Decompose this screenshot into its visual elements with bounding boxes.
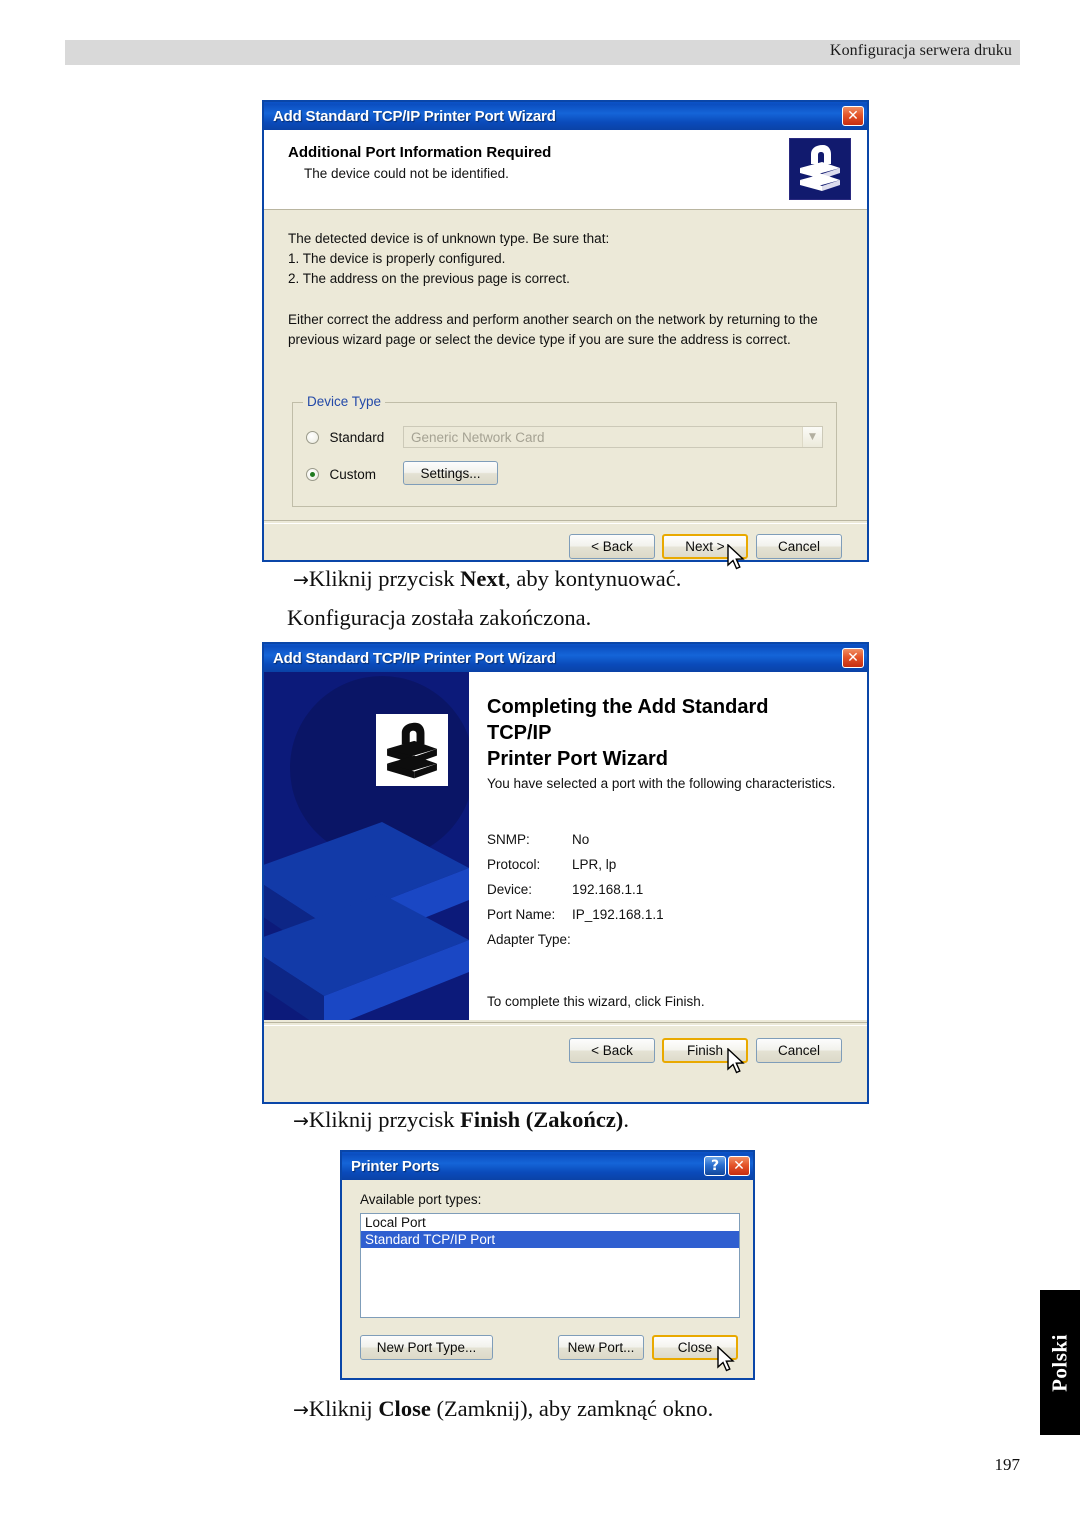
dialog2-title: Add Standard TCP/IP Printer Port Wizard xyxy=(273,649,556,667)
dialog2-footer-note: To complete this wizard, click Finish. xyxy=(487,994,705,1009)
caption-finish-bold: Finish (Zakończ) xyxy=(460,1107,624,1132)
dialog3-body: Available port types: Local Port Standar… xyxy=(342,1180,753,1378)
dialog1-header-area: Additional Port Information Required The… xyxy=(264,130,867,210)
back-button[interactable]: < Back xyxy=(569,1038,655,1063)
new-port-button[interactable]: New Port... xyxy=(558,1335,644,1360)
help-icon[interactable]: ? xyxy=(704,1156,726,1176)
page-header-title: Konfiguracja serwera druku xyxy=(829,42,1012,59)
caption-next-bold: Next xyxy=(460,566,506,591)
close-icon[interactable]: ✕ xyxy=(842,648,864,668)
list-item[interactable]: Standard TCP/IP Port xyxy=(361,1231,739,1248)
page-number: 197 xyxy=(994,1455,1021,1474)
caption-next-part-c: , aby kontynuować. xyxy=(505,566,682,591)
caption-finish-part-c: . xyxy=(623,1107,629,1132)
arrow-glyph-2: → xyxy=(293,1110,309,1132)
dialog1-paragraph2-line2: previous wizard page or select the devic… xyxy=(288,332,791,347)
radio-standard[interactable]: Standard xyxy=(306,429,384,447)
dialog2-footer-divider xyxy=(264,1022,867,1026)
caption-close-part-a: Kliknij xyxy=(308,1396,379,1421)
property-key: Device: xyxy=(487,882,533,897)
dialog1-heading: Additional Port Information Required xyxy=(288,144,552,161)
dialog1-body: The detected device is of unknown type. … xyxy=(264,210,867,570)
caption-close-part-c: (Zamknij), aby zamknąć okno. xyxy=(430,1396,714,1421)
page-header-bar: Konfiguracja serwera druku xyxy=(65,40,1020,65)
cancel-button[interactable]: Cancel xyxy=(756,1038,842,1063)
property-value: LPR, lp xyxy=(572,857,617,872)
caption-finish-part-a: Kliknij przycisk xyxy=(308,1107,461,1132)
dialog1-paragraph1-line3: 2. The address on the previous page is c… xyxy=(288,271,570,286)
close-icon[interactable]: ✕ xyxy=(842,106,864,126)
language-side-tab-label: Polski xyxy=(1047,1333,1072,1392)
dialog1-paragraph1-line1: The detected device is of unknown type. … xyxy=(288,231,610,246)
caption-next: →Kliknij przycisk Next, aby kontynuować. xyxy=(293,566,681,592)
dialog2-heading: Completing the Add Standard TCP/IP Print… xyxy=(487,694,827,772)
dialog1-subheading: The device could not be identified. xyxy=(304,166,509,181)
dialog2-heading-line2: Printer Port Wizard xyxy=(487,748,668,770)
completing-wizard-window: Add Standard TCP/IP Printer Port Wizard … xyxy=(262,642,869,1104)
dialog1-footer-divider xyxy=(264,520,867,524)
dialog2-heading-line1: Completing the Add Standard TCP/IP xyxy=(487,696,769,744)
printer-icon xyxy=(789,138,851,200)
list-item[interactable]: Local Port xyxy=(361,1214,739,1231)
close-button[interactable]: Close xyxy=(652,1335,738,1360)
caption-close: →Kliknij Close (Zamknij), aby zamknąć ok… xyxy=(293,1396,713,1422)
dialog3-title: Printer Ports xyxy=(351,1157,440,1175)
wizard-content-panel: Completing the Add Standard TCP/IP Print… xyxy=(469,672,867,1020)
add-standard-tcpip-printer-port-wizard-window: Add Standard TCP/IP Printer Port Wizard … xyxy=(262,100,869,570)
arrow-glyph-3: → xyxy=(293,1399,309,1421)
property-key: Protocol: xyxy=(487,857,541,872)
language-side-tab: Polski xyxy=(1040,1290,1080,1435)
caption-configuration-complete: Konfiguracja została zakończona. xyxy=(287,605,592,630)
available-port-types-listbox[interactable]: Local Port Standard TCP/IP Port xyxy=(360,1213,740,1318)
device-type-groupbox: Device Type Standard Generic Network Car… xyxy=(292,394,837,507)
property-value: No xyxy=(572,832,590,847)
property-value: 192.168.1.1 xyxy=(572,882,644,897)
finish-button[interactable]: Finish xyxy=(662,1038,748,1063)
close-icon[interactable]: ✕ xyxy=(728,1156,750,1176)
cancel-button[interactable]: Cancel xyxy=(756,534,842,559)
standard-device-type-value: Generic Network Card xyxy=(411,429,545,445)
dialog1-title: Add Standard TCP/IP Printer Port Wizard xyxy=(273,107,556,125)
printer-icon xyxy=(376,714,448,786)
dialog3-titlebar[interactable]: Printer Ports ? ✕ xyxy=(342,1152,753,1180)
dialog1-paragraph2-line1: Either correct the address and perform a… xyxy=(288,312,818,327)
standard-device-type-combobox[interactable]: Generic Network Card ▼ xyxy=(403,426,823,448)
radio-custom-label: Custom xyxy=(329,467,376,483)
property-key: Adapter Type: xyxy=(487,932,571,947)
dialog1-titlebar[interactable]: Add Standard TCP/IP Printer Port Wizard … xyxy=(264,102,867,130)
next-button[interactable]: Next > xyxy=(662,534,748,559)
back-button[interactable]: < Back xyxy=(569,534,655,559)
property-key: Port Name: xyxy=(487,907,556,922)
printer-ports-window: Printer Ports ? ✕ Available port types: … xyxy=(340,1150,755,1380)
radio-standard-label: Standard xyxy=(329,430,385,446)
caption-next-part-a: Kliknij przycisk xyxy=(308,566,461,591)
device-type-label: Device Type xyxy=(303,394,386,409)
dialog2-titlebar[interactable]: Add Standard TCP/IP Printer Port Wizard … xyxy=(264,644,867,672)
radio-standard-icon[interactable] xyxy=(306,431,319,445)
caption-finish: →Kliknij przycisk Finish (Zakończ). xyxy=(293,1107,629,1133)
dialog2-subheading: You have selected a port with the follow… xyxy=(487,776,836,791)
wizard-banner-panel xyxy=(264,672,469,1020)
dialog1-paragraph1-line2: 1. The device is properly configured. xyxy=(288,251,506,266)
available-port-types-label: Available port types: xyxy=(360,1192,482,1207)
settings-button[interactable]: Settings... xyxy=(403,461,498,485)
new-port-type-button[interactable]: New Port Type... xyxy=(360,1335,493,1360)
radio-custom-icon[interactable] xyxy=(306,468,319,482)
property-value: IP_192.168.1.1 xyxy=(572,907,664,922)
arrow-glyph-1: → xyxy=(293,569,309,591)
radio-custom[interactable]: Custom xyxy=(306,466,376,484)
chevron-down-icon[interactable]: ▼ xyxy=(802,427,822,447)
caption-close-bold: Close xyxy=(378,1396,431,1421)
property-key: SNMP: xyxy=(487,832,530,847)
